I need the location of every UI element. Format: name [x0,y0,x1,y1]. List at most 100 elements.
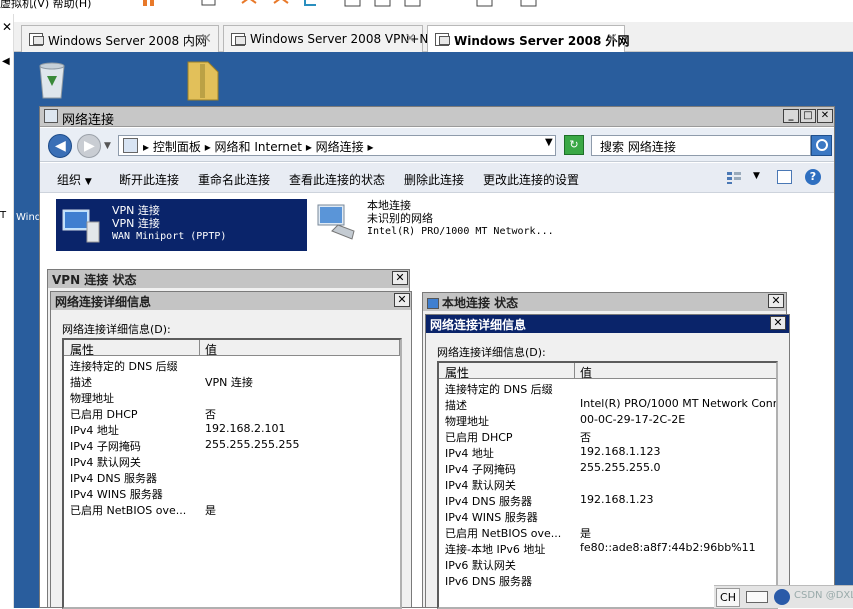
close-button[interactable]: ✕ [817,109,833,123]
command-bar: 组织 ▼ 断开此连接 重命名此连接 查看此连接的状态 删除此连接 更改此连接的设… [40,163,834,193]
breadcrumb-sep-icon[interactable]: ▸ [143,140,153,154]
details-row[interactable]: IPv6 默认网关 [439,556,776,572]
vpn-status-titlebar[interactable]: VPN 连接 状态 [48,270,409,288]
details-row[interactable]: IPv4 默认网关 [64,453,400,469]
address-dropdown-icon[interactable]: ▼ [545,137,553,148]
details-row[interactable]: 已启用 NetBIOS ove... 是 [64,501,400,517]
stretch-icon[interactable] [476,0,494,10]
delete-connection-button[interactable]: 删除此连接 [404,171,464,188]
views-icon[interactable] [726,171,742,185]
host-menu-text[interactable]: 虚拟机(V) 帮助(H) [0,0,91,11]
local-details-list[interactable]: 属性 值 连接特定的 DNS 后缀 描述 Intel(R) PRO/1000 MT … [437,361,778,609]
organize-menu[interactable]: 组织 ▼ [57,171,92,188]
header-property[interactable]: 属性 [445,364,469,381]
breadcrumb-sep-icon[interactable]: ▸ [205,140,215,154]
tab-vm-vpn-nat[interactable]: Windows Server 2008 VPN+NAT ✕ [223,25,443,52]
unity-icon[interactable] [404,0,422,10]
details-row-property: IPv4 子网掩码 [70,440,141,453]
rename-connection-button[interactable]: 重命名此连接 [198,171,270,188]
tab-close-icon[interactable]: ✕ [404,31,416,47]
details-row[interactable]: IPv4 子网掩码 255.255.255.255 [64,437,400,453]
details-row[interactable]: IPv4 WINS 服务器 [439,508,776,524]
details-row[interactable]: 物理地址 00-0C-29-17-2C-2E [439,412,776,428]
header-value[interactable]: 值 [580,364,592,381]
network-status-icon[interactable] [774,589,790,605]
tab-vm-intranet[interactable]: Windows Server 2008 内网 ✕ [21,25,219,52]
snapshot-icon[interactable] [240,0,258,10]
details-row[interactable]: 物理地址 [64,389,400,405]
details-row[interactable]: IPv4 子网掩码 255.255.255.0 [439,460,776,476]
details-row[interactable]: 已启用 DHCP 否 [64,405,400,421]
disconnect-button[interactable]: 断开此连接 [119,171,179,188]
preview-pane-icon[interactable] [777,170,792,184]
tab-close-icon[interactable]: ✕ [606,31,618,47]
breadcrumb-network-connections[interactable]: 网络连接 [316,140,364,154]
breadcrumb-control-panel[interactable]: 控制面板 [153,140,201,154]
details-row[interactable]: IPv4 地址 192.168.2.101 [64,421,400,437]
language-indicator[interactable]: CH [716,588,740,607]
revert-snapshot-icon[interactable] [272,0,290,10]
library-icon[interactable] [520,0,538,10]
send-keys-icon[interactable] [200,0,218,10]
breadcrumb-network-internet[interactable]: 网络和 Internet [215,140,302,154]
vpn-details-list[interactable]: 属性 值 连接特定的 DNS 后缀 描述 VPN 连接 物理地址 已启用 DHCP 否 IP… [62,338,402,609]
search-input[interactable]: 搜索 网络连接 [591,135,811,156]
details-row[interactable]: 描述 VPN 连接 [64,373,400,389]
minimize-button[interactable]: _ [783,109,799,123]
details-row[interactable]: IPv4 WINS 服务器 [64,485,400,501]
view-status-button[interactable]: 查看此连接的状态 [289,171,385,188]
close-icon[interactable]: ✕ [2,20,12,34]
desktop-partial-label[interactable]: Wind [16,212,41,223]
collapse-arrow-icon[interactable]: ◀ [2,56,10,67]
vpn-connection-item[interactable]: VPN 连接 VPN 连接 WAN Miniport (PPTP) [56,199,307,251]
details-row[interactable]: IPv4 DNS 服务器 [64,469,400,485]
details-row[interactable]: 已启用 DHCP 否 [439,428,776,444]
recycle-bin-icon[interactable] [36,60,68,100]
breadcrumb-sep-icon[interactable]: ▸ [306,140,316,154]
local-connection-item[interactable]: 本地连接 未识别的网络 Intel(R) PRO/1000 MT Network… [316,199,566,251]
vpn-details-close-button[interactable]: ✕ [394,293,410,307]
details-row[interactable]: IPv4 默认网关 [439,476,776,492]
views-dropdown-icon[interactable]: ▼ [753,171,760,181]
details-row-property: 描述 [70,376,92,389]
details-row-property: IPv4 地址 [445,447,494,460]
details-row[interactable]: 已启用 NetBIOS ove... 是 [439,524,776,540]
address-input[interactable]: ▸ 控制面板 ▸ 网络和 Internet ▸ 网络连接 ▸ [118,135,556,156]
window-titlebar[interactable]: 网络连接 _ □ ✕ [40,107,834,128]
local-status-titlebar[interactable]: 本地连接 状态 [423,293,786,311]
search-icon[interactable] [811,135,832,156]
view-console-icon[interactable] [344,0,362,10]
manage-snapshot-icon[interactable] [302,0,320,10]
details-row[interactable]: 连接特定的 DNS 后缀 [64,357,400,373]
details-row[interactable]: IPv4 DNS 服务器 192.168.1.23 [439,492,776,508]
change-settings-button[interactable]: 更改此连接的设置 [483,171,579,188]
local-status-close-button[interactable]: ✕ [768,294,784,308]
help-icon[interactable]: ? [805,169,821,185]
fullscreen-icon[interactable] [374,0,392,10]
history-dropdown-icon[interactable]: ▼ [104,141,111,151]
tab-close-icon[interactable]: ✕ [200,31,212,47]
pause-icon[interactable] [140,0,158,10]
refresh-button[interactable]: ↻ [564,135,584,155]
vpn-status-close-button[interactable]: ✕ [392,271,408,285]
back-button[interactable]: ◀ [48,134,72,158]
zip-folder-icon[interactable] [186,58,220,102]
vpn-details-titlebar[interactable]: 网络连接详细信息 [51,292,411,310]
details-row[interactable]: 连接-本地 IPv6 地址 fe80::ade8:a8f7:44b2:96bb%1… [439,540,776,556]
local-details-close-button[interactable]: ✕ [770,316,786,330]
details-row[interactable]: IPv4 地址 192.168.1.123 [439,444,776,460]
host-menubar: 虚拟机(V) 帮助(H) [0,0,853,14]
local-connection-icon [316,201,356,241]
tab-label: Windows Server 2008 内网 [48,34,207,48]
tab-vm-extranet[interactable]: Windows Server 2008 外网 ✕ [427,25,629,53]
maximize-button[interactable]: □ [800,109,816,123]
details-row[interactable]: 描述 Intel(R) PRO/1000 MT Network Conn [439,396,776,412]
forward-button[interactable]: ▶ [77,134,101,158]
details-row[interactable]: 连接特定的 DNS 后缀 [439,380,776,396]
keyboard-icon[interactable] [746,591,768,603]
header-value[interactable]: 值 [205,341,217,358]
header-property[interactable]: 属性 [70,341,94,358]
local-details-titlebar[interactable]: 网络连接详细信息 [426,315,789,333]
breadcrumb-sep-icon[interactable]: ▸ [368,140,374,154]
window-title: 网络连接 [62,113,115,128]
